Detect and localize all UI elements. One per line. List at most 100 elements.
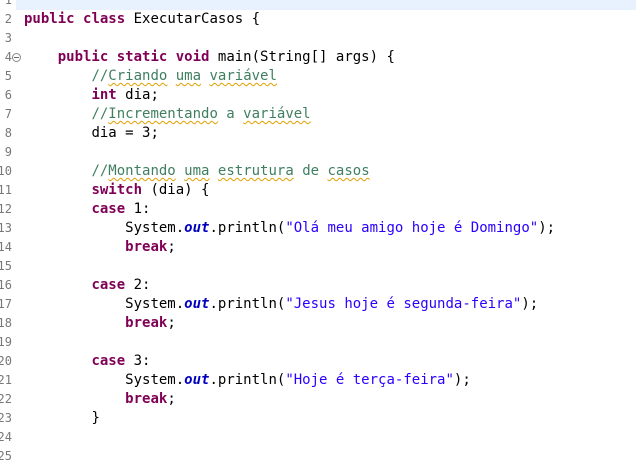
code-token: int: [91, 87, 117, 103]
line-number: 4: [4, 50, 12, 64]
code-line[interactable]: System.out.println("Jesus hoje é segunda…: [24, 295, 538, 314]
code-token: public: [57, 49, 109, 65]
code-line[interactable]: public class ExecutarCasos {: [24, 10, 260, 29]
code-token: out: [184, 296, 210, 312]
line-number: 5: [4, 69, 12, 83]
code-token: out: [184, 372, 210, 388]
line-number: 13: [0, 221, 12, 235]
code-line[interactable]: case 1:: [24, 200, 150, 219]
line-number: 21: [0, 373, 12, 387]
code-token: //: [91, 106, 109, 122]
line-number: 11: [0, 183, 12, 197]
code-token: static: [116, 49, 168, 65]
code-token: main(String[] args) {: [209, 49, 395, 65]
code-line[interactable]: case 2:: [24, 276, 150, 295]
code-token: );: [538, 220, 556, 236]
code-token: ;: [167, 315, 176, 331]
code-token: (dia) {: [142, 182, 210, 198]
code-token: public: [24, 11, 75, 27]
code-token: dia;: [116, 87, 159, 103]
code-line[interactable]: [24, 0, 636, 10]
code-line[interactable]: public static void main(String[] args) {: [24, 48, 395, 67]
code-line[interactable]: }: [24, 409, 100, 428]
code-line[interactable]: dia = 3;: [24, 124, 159, 143]
code-token: Criando: [108, 68, 168, 84]
code-line[interactable]: System.out.println("Hoje é terça-feira")…: [24, 371, 471, 390]
code-line[interactable]: System.out.println("Olá meu amigo hoje é…: [24, 219, 555, 238]
code-line[interactable]: //Criando uma variável: [24, 67, 277, 86]
line-number: 2: [4, 12, 12, 26]
code-line[interactable]: //Montando uma estrutura de casos: [24, 162, 369, 181]
line-number: 22: [0, 392, 12, 406]
line-number: 25: [0, 449, 12, 462]
line-number: 10: [0, 164, 12, 178]
code-token: estrutura: [217, 163, 294, 179]
code-token: class: [83, 11, 126, 27]
code-token: de: [293, 163, 328, 179]
code-token: case: [91, 201, 126, 217]
line-number: 19: [0, 335, 12, 349]
code-line[interactable]: //Incrementando a variável: [24, 105, 310, 124]
code-token: dia = 3;: [91, 125, 159, 141]
code-token: break: [125, 391, 168, 407]
code-token: }: [91, 410, 100, 426]
code-token: "Jesus hoje é segunda-feira": [285, 296, 522, 312]
code-line[interactable]: break;: [24, 390, 176, 409]
code-line[interactable]: switch (dia) {: [24, 181, 209, 200]
line-number: 12: [0, 202, 12, 216]
code-token: switch: [91, 182, 143, 198]
code-token: case: [91, 353, 126, 369]
code-token: System.: [125, 372, 185, 388]
code-token: 1:: [125, 201, 151, 217]
fold-collapse-icon[interactable]: [12, 53, 21, 62]
line-number: 23: [0, 411, 12, 425]
code-token: 3:: [125, 353, 151, 369]
code-token: variável: [209, 68, 277, 84]
code-token: ExecutarCasos {: [125, 11, 261, 27]
code-line[interactable]: case 3:: [24, 352, 150, 371]
line-number: 18: [0, 316, 12, 330]
line-number: 17: [0, 297, 12, 311]
code-line[interactable]: break;: [24, 314, 176, 333]
code-editor[interactable]: 1 2 3 4 5 6 7 8 9 10 11 12 13 14 15 16 17 18 19 20 21 22 23 24 2…: [0, 0, 636, 462]
line-number: 6: [4, 88, 12, 102]
code-token: a: [217, 106, 244, 122]
code-token: void: [175, 49, 210, 65]
code-token: uma: [175, 68, 202, 84]
line-number: 7: [4, 107, 12, 121]
code-line[interactable]: break;: [24, 238, 176, 257]
line-number: 24: [0, 430, 12, 444]
code-token: );: [453, 372, 471, 388]
line-number: 14: [0, 240, 12, 254]
code-token: "Olá meu amigo hoje é Domingo": [285, 220, 539, 236]
code-token: );: [521, 296, 539, 312]
code-token: .println(: [209, 372, 286, 388]
code-token: System.: [125, 220, 185, 236]
code-token: //: [91, 163, 109, 179]
line-number: 16: [0, 278, 12, 292]
code-token: case: [91, 277, 126, 293]
code-line[interactable]: int dia;: [24, 86, 159, 105]
code-token: uma: [184, 163, 210, 179]
code-token: "Hoje é terça-feira": [285, 372, 454, 388]
code-token: ;: [167, 239, 176, 255]
code-token: Montando: [108, 163, 176, 179]
line-number: 3: [4, 31, 12, 45]
